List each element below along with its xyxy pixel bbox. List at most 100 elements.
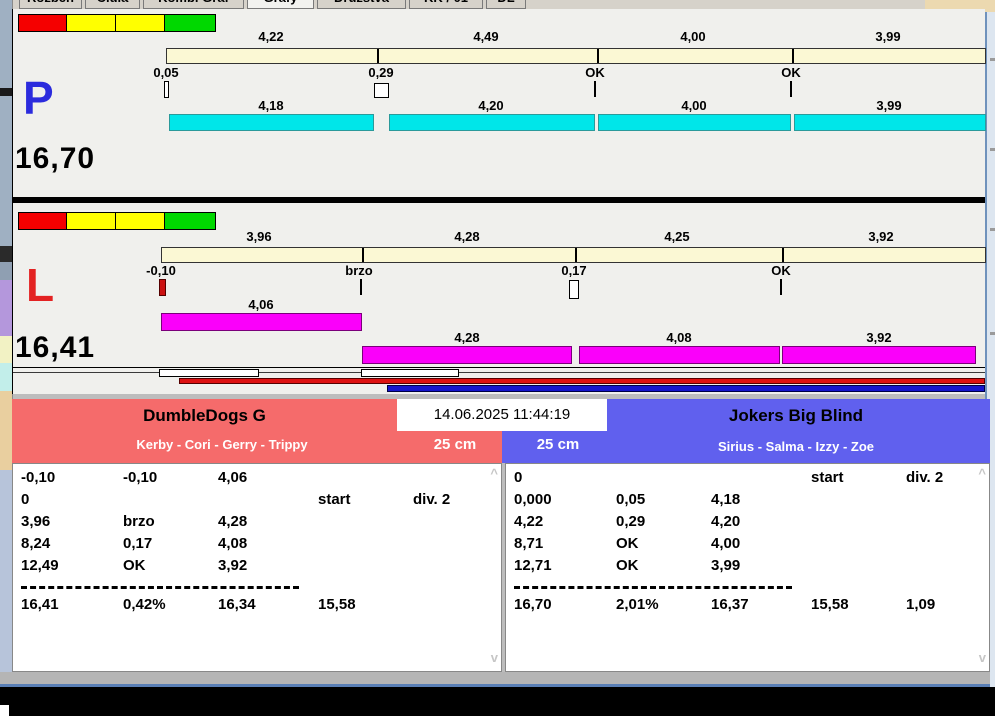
cell — [906, 491, 989, 508]
tab-dl[interactable]: DL — [486, 0, 526, 9]
cell: 0 — [21, 491, 30, 508]
cell: 0 — [514, 469, 523, 486]
cell — [811, 535, 906, 552]
light-green — [165, 213, 215, 229]
tab-druzstva[interactable]: Družstva — [317, 0, 406, 9]
cell: start — [318, 491, 351, 508]
summary-separator — [514, 586, 792, 589]
table-row: -0,10 -0,10 4,06 — [13, 469, 501, 486]
split-label: 4,22 — [258, 29, 284, 44]
edge-mark — [990, 148, 995, 151]
split-label: 4,06 — [248, 297, 274, 312]
change-label: OK — [771, 263, 791, 278]
change-label: OK — [585, 65, 605, 80]
bar-divider — [792, 49, 794, 63]
cell: OK — [616, 557, 639, 574]
split-label: 4,20 — [478, 98, 504, 113]
light-yellow — [116, 15, 165, 31]
change-label: 0,05 — [153, 65, 179, 80]
light-red — [19, 15, 67, 31]
bar-divider — [575, 248, 577, 262]
datetime-box: 14.06.2025 11:44:19 — [397, 399, 607, 431]
panel-lane-p: 4,22 4,49 4,00 3,99 0,05 0,29 OK OK 4,18… — [12, 9, 986, 197]
bar-divider — [782, 248, 784, 262]
tab-cidla[interactable]: Čidla — [85, 0, 140, 9]
table-row: 0 start div. 2 — [506, 469, 989, 486]
cell: 12,71 — [514, 557, 552, 574]
change-label: 0,29 — [368, 65, 394, 80]
scroll-up-icon[interactable]: ^ — [978, 466, 986, 481]
progress-bar-white — [159, 369, 259, 377]
result-table-right[interactable]: 0 start div. 2 0,000 0,05 4,18 4,22 0,29 4,20 … — [505, 463, 990, 672]
light-yellow — [116, 213, 165, 229]
tab-grafy-active[interactable]: Grafy — [247, 0, 314, 9]
cell — [906, 513, 989, 530]
split-label: 4,00 — [681, 98, 707, 113]
cell: 16,41 — [21, 596, 59, 613]
dog-split-bar — [161, 313, 362, 331]
cell — [123, 491, 218, 508]
split-label: 3,92 — [866, 330, 892, 345]
screen-bottom-bar — [0, 687, 995, 716]
start-light-strip — [18, 14, 216, 32]
tab-kombi-graf[interactable]: Kombi Graf — [143, 0, 244, 9]
cell: -0,10 — [123, 469, 158, 486]
change-marker-box — [164, 81, 169, 98]
bar-divider — [362, 248, 364, 262]
false-start-marker — [159, 279, 166, 296]
cell: 15,58 — [318, 596, 356, 613]
scroll-down-icon[interactable]: v — [979, 650, 986, 665]
cell: 16,37 — [711, 596, 749, 613]
tab-kk-01[interactable]: KK / 01 — [409, 0, 483, 9]
cell: 15,58 — [811, 596, 849, 613]
result-table-left[interactable]: -0,10 -0,10 4,06 0 start div. 2 3,96 brzo 4,28… — [12, 463, 502, 672]
cell — [413, 596, 501, 613]
cell: start — [811, 469, 844, 486]
team-dogs: Sirius - Salma - Izzy - Zoe — [717, 439, 875, 454]
table-row: 0,000 0,05 4,18 — [506, 491, 989, 508]
lane-total-time: 16,41 — [15, 331, 96, 364]
panel-lane-l: 3,96 4,28 4,25 3,92 -0,10 brzo 0,17 OK 4… — [12, 203, 986, 367]
cell: 0,17 — [123, 535, 153, 552]
scroll-down-icon[interactable]: v — [491, 650, 498, 665]
edge-mark — [990, 58, 995, 61]
table-row: 12,71 OK 3,99 — [506, 557, 989, 574]
cell: 4,08 — [218, 535, 248, 552]
lane-letter: P — [23, 72, 54, 124]
dog-split-bar — [169, 114, 374, 131]
light-red — [19, 213, 67, 229]
light-yellow — [67, 213, 116, 229]
change-label: 0,17 — [561, 263, 587, 278]
tab-rozbeh[interactable]: Rozběh — [19, 0, 82, 9]
cell: 4,00 — [711, 535, 741, 552]
bottom-left-marker — [0, 705, 9, 716]
cell: 3,99 — [711, 557, 741, 574]
summary-row: 16,41 0,42% 16,34 15,58 — [13, 596, 501, 613]
split-label: 4,28 — [454, 229, 480, 244]
cell — [906, 557, 989, 574]
cell — [318, 557, 413, 574]
cell — [413, 513, 501, 530]
progress-bar-white — [361, 369, 459, 377]
cell — [318, 469, 413, 486]
cell: 4,20 — [711, 513, 741, 530]
change-marker-box — [569, 280, 579, 299]
cell — [413, 557, 501, 574]
cell: 0,05 — [616, 491, 646, 508]
cell — [413, 469, 501, 486]
split-label: 3,96 — [246, 229, 272, 244]
cell: 4,28 — [218, 513, 248, 530]
jump-height: 25 cm — [536, 436, 580, 453]
start-light-strip — [18, 212, 216, 230]
cell: -0,10 — [21, 469, 56, 486]
cell: div. 2 — [906, 469, 944, 486]
split-label: 4,00 — [680, 29, 706, 44]
cell — [616, 469, 711, 486]
cell: 0,42% — [123, 596, 166, 613]
scroll-up-icon[interactable]: ^ — [490, 466, 498, 481]
table-row: 3,96 brzo 4,28 — [13, 513, 501, 530]
cell: 2,01% — [616, 596, 659, 613]
cell: 8,71 — [514, 535, 544, 552]
split-label: 3,92 — [868, 229, 894, 244]
cell — [413, 535, 501, 552]
